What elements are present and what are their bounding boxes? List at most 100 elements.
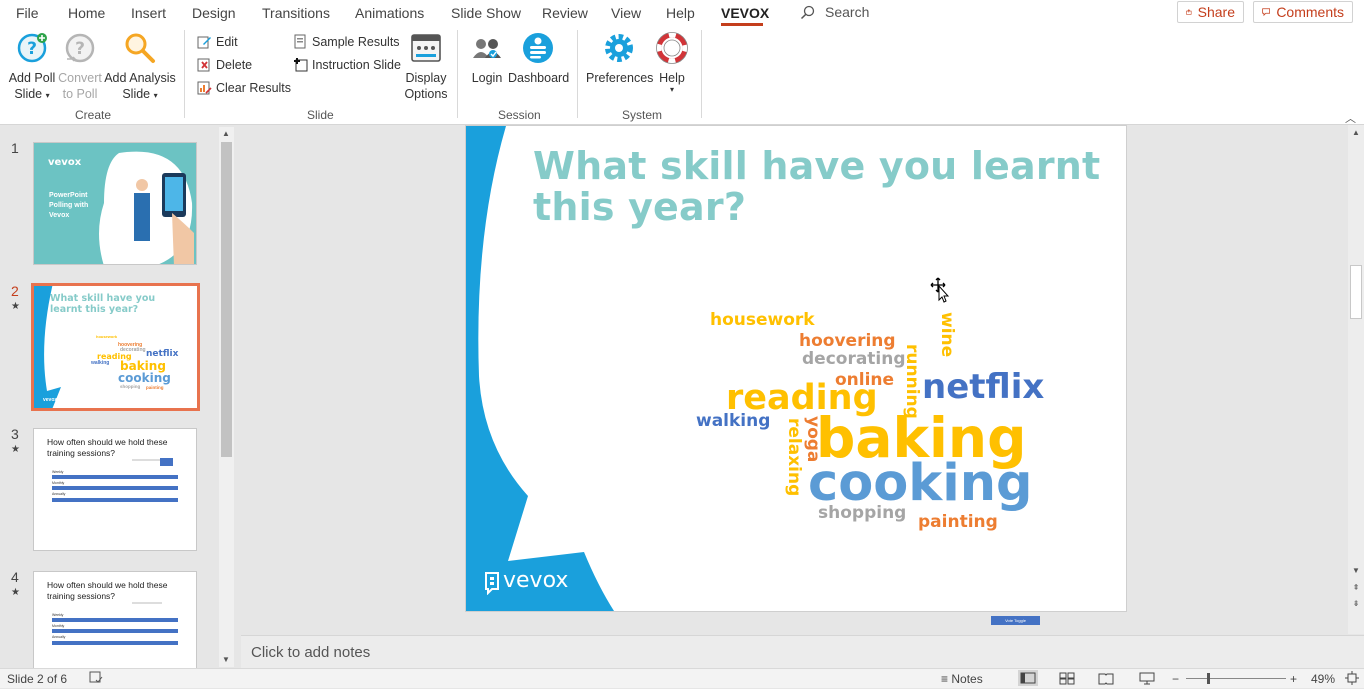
preferences-button[interactable]: Preferences	[586, 28, 653, 86]
sample-results-button[interactable]: Sample Results	[293, 34, 400, 49]
slide-thumbnail-4[interactable]: How often should we hold these training …	[33, 571, 197, 668]
notes-toggle-button[interactable]: ≡ Notes	[941, 672, 983, 686]
slide-thumbnail-2[interactable]: What skill have you learnt this year? ho…	[31, 283, 200, 411]
thumbnail-result-bar	[52, 629, 178, 633]
zoom-slider-thumb[interactable]	[1207, 673, 1210, 684]
convert-to-poll-button[interactable]: ? Convert to Poll	[56, 28, 104, 102]
thumbnail-option: Annually	[52, 635, 66, 639]
tab-design[interactable]: Design	[192, 5, 236, 21]
delete-button[interactable]: Delete	[197, 57, 252, 72]
instruction-slide-icon	[294, 58, 308, 72]
help-button[interactable]: Help ▾	[652, 28, 692, 94]
edit-button[interactable]: Edit	[197, 34, 238, 49]
login-users-icon	[473, 39, 501, 58]
search-box[interactable]: Search	[800, 4, 869, 20]
vevox-logo-text: vevox	[503, 568, 569, 593]
scroll-down-icon[interactable]: ▼	[220, 655, 232, 664]
search-icon	[800, 5, 815, 20]
sample-results-label: Sample Results	[312, 34, 400, 49]
tab-view[interactable]: View	[611, 5, 641, 21]
vote-toggle-tag[interactable]: Vote Toggle	[991, 616, 1040, 625]
scroll-up-icon[interactable]: ▲	[220, 129, 232, 138]
normal-view-button[interactable]	[1018, 670, 1038, 686]
notes-pane[interactable]: Click to add notes	[241, 635, 1364, 669]
slide-show-button[interactable]	[1139, 672, 1155, 688]
convert-label-2: to Poll	[62, 87, 98, 101]
tab-vevox[interactable]: VEVOX	[721, 5, 769, 21]
lifebuoy-icon	[656, 32, 688, 64]
tab-review[interactable]: Review	[542, 5, 588, 21]
comment-icon	[1262, 8, 1271, 17]
add-analysis-label-1: Add Analysis	[104, 71, 176, 85]
tab-animations[interactable]: Animations	[355, 5, 424, 21]
add-analysis-label-2: Slide	[122, 87, 151, 101]
group-label-system: System	[622, 108, 663, 122]
thumbnail-title: How often should we hold these training …	[47, 580, 168, 601]
instruction-slide-button[interactable]: Instruction Slide	[293, 57, 401, 72]
edit-icon	[197, 36, 211, 49]
editor-vertical-scrollbar[interactable]: ▲ ▼ ⇞ ⇟	[1348, 125, 1364, 634]
dashboard-label: Dashboard	[508, 71, 570, 85]
scroll-down-icon[interactable]: ▼	[1350, 566, 1362, 575]
thumbnail-caption-bar	[132, 602, 162, 604]
tab-insert[interactable]: Insert	[131, 5, 166, 21]
current-slide[interactable]: What skill have you learnt this year? ho…	[465, 125, 1127, 612]
word-hoovering: hoovering	[799, 331, 896, 351]
share-icon	[1186, 9, 1192, 15]
thumbnail-option: Monthly	[52, 624, 65, 628]
collapse-ribbon-icon[interactable]: ︿	[1345, 110, 1356, 126]
animation-star-icon: ★	[11, 444, 20, 455]
login-label: Login	[471, 71, 503, 85]
dashboard-button[interactable]: Dashboard	[508, 28, 570, 86]
thumbnail-logo: vevox	[48, 157, 82, 168]
word-walking: walking	[696, 411, 771, 431]
add-analysis-slide-button[interactable]: Add Analysis Slide ▾	[104, 28, 176, 104]
zoom-in-button[interactable]: +	[1290, 672, 1297, 686]
chevron-down-icon: ▾	[669, 85, 674, 94]
next-slide-icon[interactable]: ⇟	[1350, 599, 1362, 608]
zoom-out-button[interactable]: −	[1172, 672, 1179, 686]
zoom-level[interactable]: 49%	[1311, 672, 1335, 686]
tab-slide-show[interactable]: Slide Show	[451, 5, 521, 21]
thumbnail-option: Annually	[52, 492, 66, 496]
share-button[interactable]: Share	[1177, 1, 1244, 23]
thumbnail-result-bar	[52, 618, 178, 622]
reading-view-button[interactable]	[1098, 672, 1114, 688]
slide-thumbnail-1[interactable]: vevox PowerPoint Polling with Vevox	[33, 142, 197, 265]
slide-sorter-icon	[1059, 672, 1075, 685]
slide-sorter-button[interactable]	[1059, 672, 1075, 688]
thumbnail-result-bar	[52, 486, 178, 490]
magnifier-icon	[125, 33, 155, 63]
tab-file[interactable]: File	[16, 5, 39, 21]
animation-star-icon: ★	[11, 301, 20, 312]
zoom-slider-track[interactable]	[1186, 678, 1286, 679]
vevox-logo-icon	[485, 572, 499, 595]
display-options-button[interactable]: Display Options	[402, 28, 450, 102]
scroll-up-icon[interactable]: ▲	[1350, 128, 1362, 137]
scrollbar-thumb[interactable]	[221, 142, 232, 457]
tab-transitions[interactable]: Transitions	[262, 5, 330, 21]
search-label: Search	[825, 4, 870, 20]
thumbnails-scrollbar[interactable]: ▲ ▼	[219, 127, 234, 667]
clear-results-label: Clear Results	[216, 80, 292, 95]
word-shopping: shopping	[818, 503, 907, 523]
previous-slide-icon[interactable]: ⇞	[1350, 583, 1362, 592]
thumbnail-logo: vevox	[43, 397, 58, 403]
tab-help[interactable]: Help	[666, 5, 695, 21]
slide-thumbnail-3[interactable]: How often should we hold these training …	[33, 428, 197, 551]
delete-icon	[197, 58, 210, 72]
tab-home[interactable]: Home	[68, 5, 105, 21]
scrollbar-thumb[interactable]	[1350, 265, 1362, 319]
add-poll-slide-button[interactable]: ? Add Poll Slide ▾	[4, 28, 60, 104]
slide-number: 1	[11, 140, 19, 156]
clear-results-button[interactable]: Clear Results	[197, 80, 291, 95]
comments-button[interactable]: Comments	[1253, 1, 1353, 23]
move-cursor-icon	[930, 277, 950, 303]
slide-title[interactable]: What skill have you learnt this year?	[533, 146, 1103, 228]
word-netflix: netflix	[922, 367, 1045, 407]
comments-label: Comments	[1276, 4, 1344, 20]
convert-poll-icon: ?	[65, 33, 95, 63]
login-button[interactable]: Login	[466, 28, 508, 86]
accessibility-check-icon[interactable]	[89, 671, 103, 687]
fit-to-window-icon[interactable]	[1345, 671, 1359, 688]
